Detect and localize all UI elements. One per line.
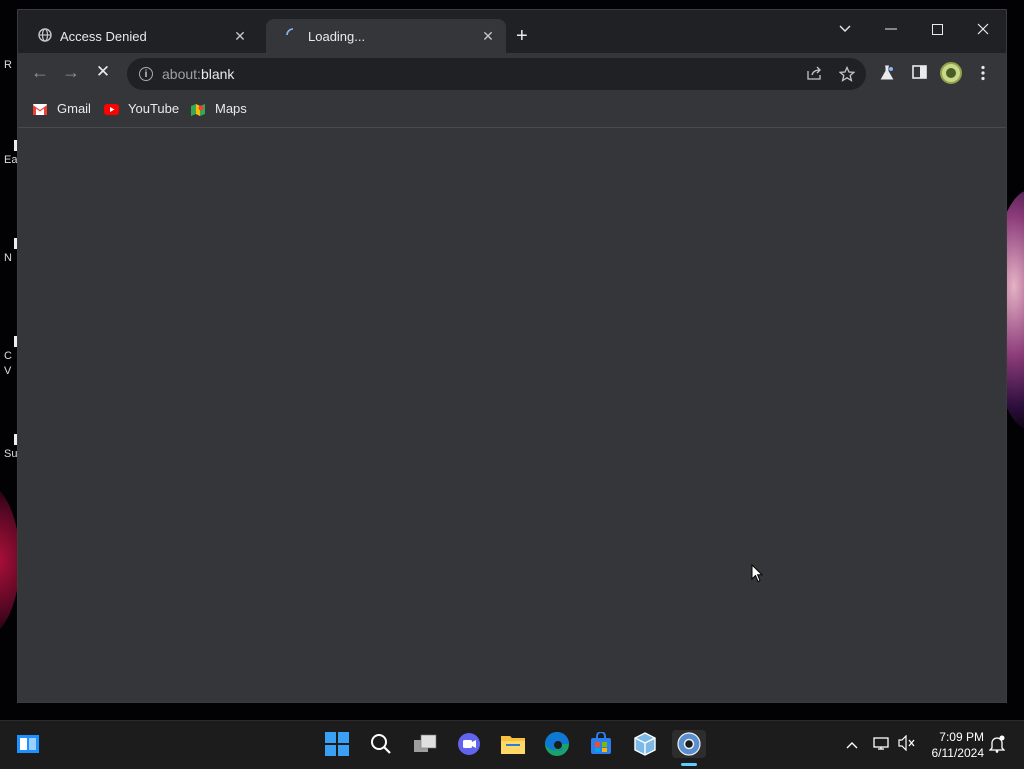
tab-label: Access Denied bbox=[60, 28, 147, 44]
url-text[interactable]: about:blank bbox=[162, 66, 234, 82]
address-bar[interactable]: i about:blank bbox=[127, 58, 866, 90]
edge-browser-icon[interactable] bbox=[543, 730, 571, 758]
back-button[interactable]: ← bbox=[29, 63, 51, 83]
url-host: blank bbox=[200, 66, 235, 82]
maps-icon bbox=[191, 103, 207, 116]
desktop-icon-label: Su bbox=[4, 448, 18, 460]
tab-loading[interactable]: Loading... ✕ bbox=[266, 19, 506, 53]
chrome-active-indicator bbox=[681, 763, 697, 766]
forward-button[interactable]: → bbox=[60, 63, 82, 83]
url-scheme: about: bbox=[162, 66, 201, 82]
labs-flask-icon[interactable] bbox=[879, 65, 895, 85]
taskbar: 7:09 PM 6/11/2024 bbox=[0, 720, 1024, 769]
bookmark-maps[interactable]: Maps bbox=[191, 101, 247, 116]
bookmark-youtube[interactable]: YouTube bbox=[104, 101, 179, 116]
start-windows-icon[interactable] bbox=[323, 730, 351, 758]
chat-teams-icon[interactable] bbox=[455, 730, 483, 758]
show-desktop-widget-icon[interactable] bbox=[14, 730, 42, 758]
maximize-button[interactable] bbox=[914, 14, 960, 44]
notification-bell-icon[interactable] bbox=[988, 735, 1006, 756]
globe-icon bbox=[38, 27, 52, 45]
bookmark-label: YouTube bbox=[128, 101, 180, 116]
maximize-icon bbox=[931, 23, 943, 35]
volume-muted-icon[interactable] bbox=[898, 734, 916, 754]
close-window-button[interactable] bbox=[960, 14, 1006, 44]
minimize-button[interactable] bbox=[868, 14, 914, 44]
desktop-icon-label: Ea bbox=[4, 154, 18, 166]
tab-strip: Access Denied ✕ Loading... ✕ + bbox=[18, 10, 1006, 53]
bookmark-label: Maps bbox=[215, 101, 247, 116]
stop-button[interactable]: ✕ bbox=[92, 63, 114, 83]
network-icon[interactable] bbox=[872, 735, 890, 754]
new-tab-button[interactable]: + bbox=[516, 26, 528, 46]
spinner-icon bbox=[286, 27, 300, 45]
browser-window: Access Denied ✕ Loading... ✕ + ← → ✕ i a… bbox=[18, 10, 1006, 702]
microsoft-store-icon[interactable] bbox=[587, 730, 615, 758]
profile-avatar[interactable] bbox=[940, 62, 962, 84]
site-info-icon[interactable]: i bbox=[139, 67, 153, 81]
tab-label: Loading... bbox=[308, 28, 366, 44]
gmail-icon bbox=[33, 103, 49, 115]
clock-date: 6/11/2024 bbox=[931, 746, 985, 760]
share-icon[interactable] bbox=[807, 66, 823, 84]
toolbar: ← → ✕ i about:blank bbox=[18, 53, 1006, 93]
side-panel-icon[interactable] bbox=[912, 65, 927, 83]
search-icon[interactable] bbox=[367, 730, 395, 758]
desktop-icon-label: N bbox=[4, 252, 12, 264]
desktop-icon-label: R bbox=[4, 59, 12, 71]
minimize-icon bbox=[885, 28, 897, 30]
file-explorer-icon[interactable] bbox=[499, 730, 527, 758]
show-hidden-icons-chevron-up-icon[interactable] bbox=[846, 736, 858, 752]
tab-access-denied[interactable]: Access Denied ✕ bbox=[18, 19, 258, 53]
youtube-icon bbox=[104, 103, 120, 115]
page-content[interactable] bbox=[18, 128, 1006, 702]
menu-kebab-icon[interactable] bbox=[981, 65, 985, 85]
virtualbox-icon[interactable] bbox=[631, 730, 659, 758]
mouse-cursor bbox=[751, 563, 764, 588]
close-icon bbox=[977, 23, 989, 35]
tab-search-button[interactable] bbox=[822, 14, 868, 44]
tab-close-icon[interactable]: ✕ bbox=[480, 28, 496, 45]
bookmark-gmail[interactable]: Gmail bbox=[33, 101, 91, 116]
task-view-icon[interactable] bbox=[411, 730, 439, 758]
desktop-icon-label: V bbox=[4, 365, 12, 377]
desktop-icon-label: C bbox=[4, 350, 12, 362]
system-clock[interactable]: 7:09 PM 6/11/2024 bbox=[918, 729, 985, 761]
chevron-down-icon bbox=[839, 25, 851, 32]
tab-close-icon[interactable]: ✕ bbox=[232, 28, 248, 45]
bookmarks-bar: Gmail YouTube Maps bbox=[18, 93, 1006, 128]
chrome-taskbar-icon[interactable] bbox=[672, 730, 706, 758]
clock-time: 7:09 PM bbox=[939, 730, 984, 744]
wallpaper-swirl-left bbox=[0, 480, 20, 640]
bookmark-label: Gmail bbox=[57, 101, 91, 116]
bookmark-star-icon[interactable] bbox=[838, 65, 856, 86]
